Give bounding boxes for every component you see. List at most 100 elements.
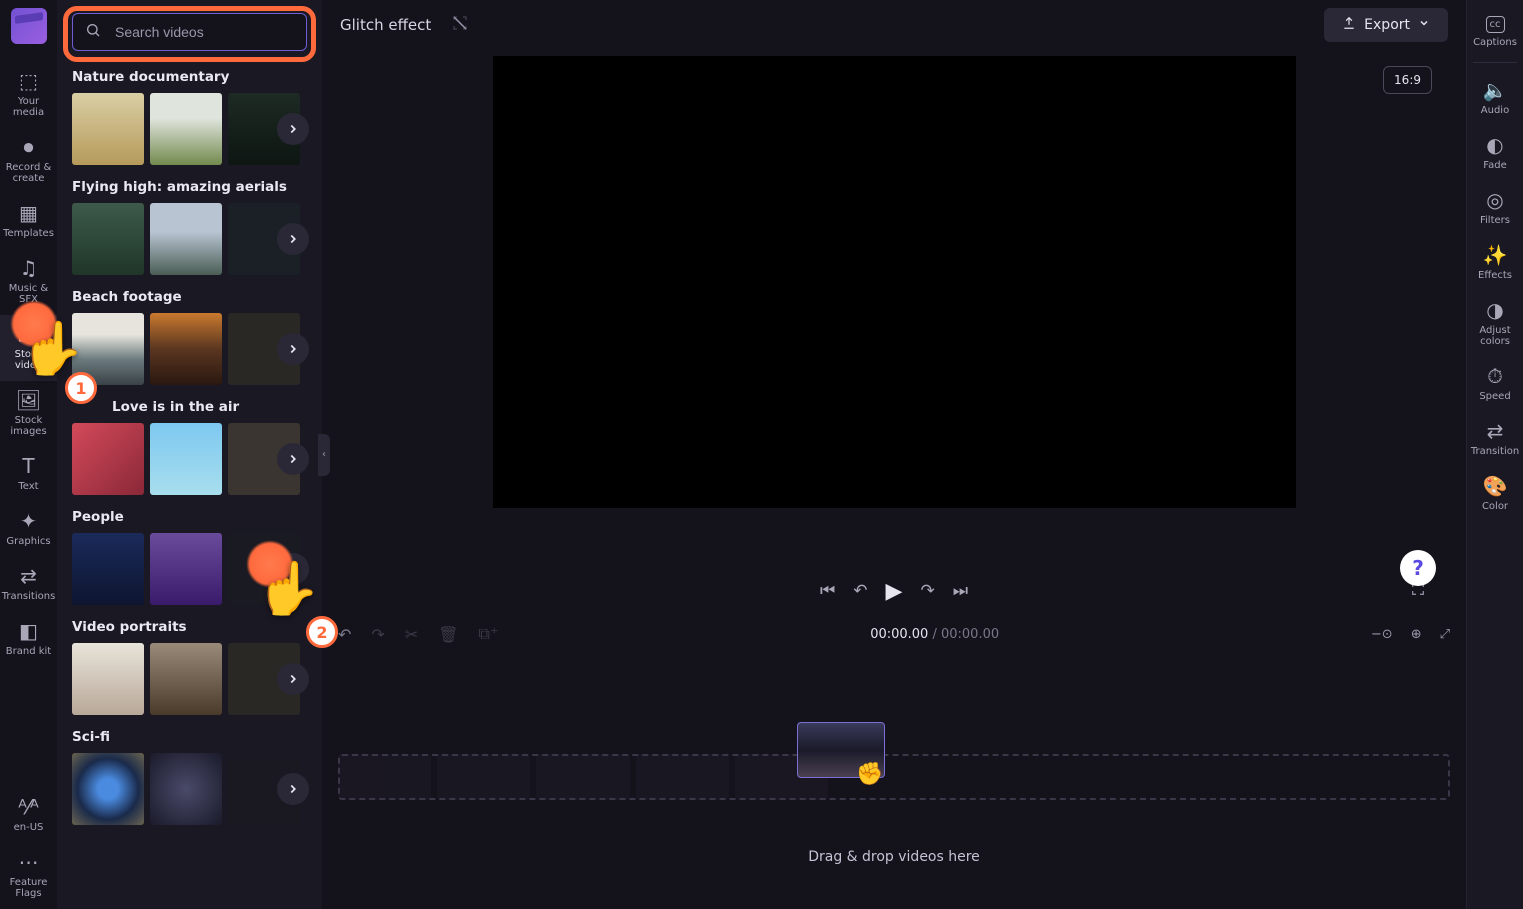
resize-crop-icon[interactable] — [451, 14, 469, 36]
record-icon: ⏺ — [24, 136, 34, 158]
timeline[interactable]: ✊ Drag & drop videos here — [322, 654, 1466, 909]
graphics-icon: ✦ — [20, 510, 37, 532]
timeline-drop-track[interactable] — [338, 754, 1450, 800]
skip-start-button[interactable]: ⏮ — [820, 581, 835, 601]
app-logo[interactable] — [11, 8, 47, 44]
export-button[interactable]: Export — [1324, 8, 1448, 42]
sidebar-item-record-create[interactable]: ⏺ Record & create — [0, 128, 57, 194]
undo-button[interactable]: ↶ — [338, 625, 351, 644]
project-title[interactable]: Glitch effect — [340, 16, 431, 34]
timeline-toolbar: ↶ ↷ ✂ 🗑 ⧉⁺ 00:00.00 / 00:00.00 −⊙ ⊕ ⤢ — [322, 614, 1466, 654]
skip-end-button[interactable]: ⏭ — [953, 581, 968, 601]
timecode-current: 00:00.00 — [870, 627, 928, 642]
right-item-color[interactable]: 🎨 Color — [1467, 467, 1523, 522]
category-next-button[interactable] — [277, 553, 309, 585]
sidebar-item-brand-kit[interactable]: ◧ Brand kit — [0, 612, 57, 667]
sidebar-item-music-sfx[interactable]: ♫ Music & SFX — [0, 249, 57, 315]
right-item-label: Filters — [1480, 215, 1510, 226]
right-item-captions[interactable]: cc Captions — [1467, 8, 1523, 58]
sidebar-item-label: en-US — [14, 822, 44, 833]
category-thumb-row — [72, 93, 307, 165]
stock-video-thumb[interactable] — [150, 423, 222, 495]
stock-video-thumb[interactable] — [150, 93, 222, 165]
category-next-button[interactable] — [277, 113, 309, 145]
category-title: Beach footage — [72, 289, 307, 305]
category-next-button[interactable] — [277, 333, 309, 365]
category-title: Video portraits — [72, 619, 307, 635]
right-item-label: Captions — [1473, 37, 1517, 48]
stock-video-thumb[interactable] — [150, 533, 222, 605]
redo-button[interactable]: ↷ — [371, 625, 384, 644]
search-input-field[interactable] — [115, 24, 296, 40]
category-thumb-row — [72, 533, 307, 605]
category-next-button[interactable] — [277, 773, 309, 805]
split-button[interactable]: ✂ — [405, 625, 418, 644]
adjust-colors-icon: ◑ — [1486, 299, 1503, 321]
category-next-button[interactable] — [277, 443, 309, 475]
right-item-label: Effects — [1478, 270, 1512, 281]
right-item-fade[interactable]: ◐ Fade — [1467, 126, 1523, 181]
stock-video-thumb[interactable] — [72, 643, 144, 715]
right-item-effects[interactable]: ✨ Effects — [1467, 236, 1523, 291]
player-controls: ⏮ ↶ ▶ ↷ ⏭ — [322, 568, 1466, 614]
search-icon — [85, 22, 101, 42]
category-next-button[interactable] — [277, 663, 309, 695]
preview-area: 16:9 ? — [322, 50, 1466, 568]
left-sidebar: ⬚ Your media ⏺ Record & create ▦ Templat… — [0, 0, 57, 909]
category-title: Love is in the air — [72, 399, 307, 415]
sidebar-item-transitions[interactable]: ⇄ Transitions — [0, 557, 57, 612]
stock-video-thumb[interactable] — [72, 753, 144, 825]
category-title: Nature documentary — [72, 69, 307, 85]
zoom-out-button[interactable]: −⊙ — [1371, 627, 1393, 642]
category-next-button[interactable] — [277, 223, 309, 255]
play-button[interactable]: ▶ — [886, 579, 903, 604]
sidebar-item-feature-flags[interactable]: ⋯ Feature Flags — [0, 843, 57, 909]
main-area: Glitch effect Export 16:9 ? ⏮ ↶ ▶ ↷ ⏭ ↶ — [322, 0, 1466, 909]
stock-video-thumb[interactable] — [150, 643, 222, 715]
stock-video-thumb[interactable] — [72, 93, 144, 165]
video-preview[interactable] — [493, 56, 1296, 508]
sidebar-item-language[interactable]: ᴬ⁄ᴬ en-US — [0, 788, 57, 843]
stock-video-thumb[interactable] — [72, 533, 144, 605]
aspect-ratio-button[interactable]: 16:9 — [1383, 66, 1432, 94]
stock-video-thumb[interactable] — [150, 313, 222, 385]
sidebar-item-stock-video[interactable]: 🎞 Stock video — [0, 315, 57, 381]
right-item-transition[interactable]: ⇄ Transition — [1467, 412, 1523, 467]
stock-video-thumb[interactable] — [150, 753, 222, 825]
right-item-speed[interactable]: ⏱ Speed — [1467, 357, 1523, 412]
search-input[interactable] — [72, 13, 307, 51]
sidebar-item-text[interactable]: T Text — [0, 447, 57, 502]
right-item-filters[interactable]: ◎ Filters — [1467, 181, 1523, 236]
brand-kit-icon: ◧ — [19, 620, 38, 642]
sidebar-item-label: Stock video — [2, 349, 56, 371]
fit-timeline-button[interactable]: ⤢ — [1440, 627, 1450, 642]
stock-video-thumb[interactable] — [72, 423, 144, 495]
sidebar-item-templates[interactable]: ▦ Templates — [0, 194, 57, 249]
stock-video-panel: Nature documentary Flying high: amazing … — [57, 0, 322, 909]
chevron-down-icon — [1418, 17, 1430, 33]
stock-video-thumb[interactable] — [150, 203, 222, 275]
category-thumb-row — [72, 753, 307, 825]
right-item-label: Speed — [1479, 391, 1510, 402]
delete-button[interactable]: 🗑 — [438, 625, 458, 644]
help-button[interactable]: ? — [1400, 550, 1436, 586]
stock-categories-list[interactable]: Nature documentary Flying high: amazing … — [57, 63, 322, 909]
rewind-button[interactable]: ↶ — [853, 581, 867, 601]
sidebar-item-label: Text — [18, 481, 38, 492]
right-item-adjust-colors[interactable]: ◑ Adjust colors — [1467, 291, 1523, 357]
zoom-in-button[interactable]: ⊕ — [1411, 627, 1422, 642]
forward-button[interactable]: ↷ — [920, 581, 934, 601]
right-item-audio[interactable]: 🔈 Audio — [1467, 71, 1523, 126]
sidebar-item-stock-images[interactable]: 🖼 Stock images — [0, 381, 57, 447]
sidebar-item-label: Graphics — [6, 536, 50, 547]
transitions-icon: ⇄ — [20, 565, 37, 587]
sidebar-item-your-media[interactable]: ⬚ Your media — [0, 62, 57, 128]
category-thumb-row — [72, 203, 307, 275]
duplicate-button[interactable]: ⧉⁺ — [479, 624, 499, 644]
stock-video-thumb[interactable] — [72, 313, 144, 385]
sidebar-item-graphics[interactable]: ✦ Graphics — [0, 502, 57, 557]
right-item-label: Transition — [1471, 446, 1519, 457]
stock-video-thumb[interactable] — [72, 203, 144, 275]
effects-icon: ✨ — [1483, 244, 1508, 266]
sidebar-item-label: Your media — [2, 96, 56, 118]
